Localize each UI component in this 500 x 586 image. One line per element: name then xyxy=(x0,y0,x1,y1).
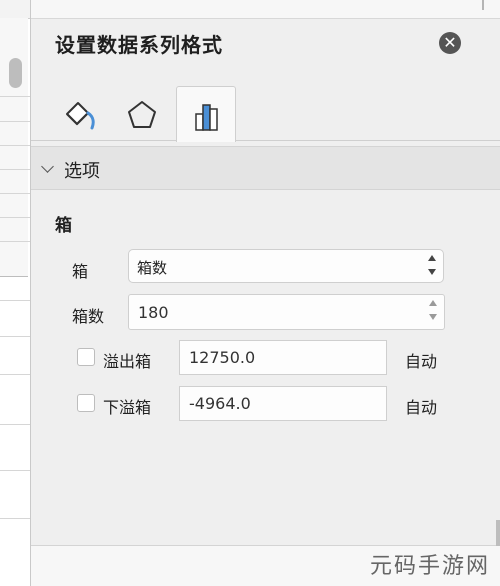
bins-group-title: 箱 xyxy=(55,216,72,236)
underflow-field[interactable]: -4964.0 xyxy=(179,386,387,421)
underflow-checkbox[interactable] xyxy=(77,394,95,412)
options-section-header[interactable]: 选项 xyxy=(31,146,500,190)
tab-effects[interactable] xyxy=(112,86,170,140)
bin-count-value: 180 xyxy=(138,303,169,322)
updown-arrows-icon xyxy=(427,255,437,277)
sheet-gridline xyxy=(0,145,30,146)
sheet-gridline xyxy=(0,217,30,218)
format-data-series-panel: 设置数据系列格式 ✕ 选项 箱 箱 箱数 箱数 180 溢出箱 12750.0 … xyxy=(31,0,500,586)
sheet-gridline xyxy=(0,193,30,194)
bins-select[interactable]: 箱数 xyxy=(128,249,444,283)
overflow-label: 溢出箱 xyxy=(103,352,152,371)
watermark-text: 元码手游网 xyxy=(369,554,490,579)
sheet-gridline xyxy=(0,374,30,375)
bar-chart-icon xyxy=(195,104,218,131)
sheet-gridline xyxy=(0,121,30,122)
overflow-checkbox[interactable] xyxy=(77,348,95,366)
scroll-edge xyxy=(496,520,500,546)
underflow-auto-button[interactable]: 自动 xyxy=(405,394,437,418)
close-icon[interactable]: ✕ xyxy=(439,32,461,54)
spreadsheet-edge xyxy=(0,0,31,586)
overflow-auto-button[interactable]: 自动 xyxy=(405,348,437,372)
vertical-scrollbar-thumb[interactable] xyxy=(9,58,22,88)
pentagon-icon xyxy=(128,101,156,128)
bin-count-label: 箱数 xyxy=(72,307,105,326)
sheet-gridline xyxy=(0,424,30,425)
stepper-arrows-icon[interactable] xyxy=(428,300,438,322)
bins-label: 箱 xyxy=(72,262,89,281)
sheet-gridline xyxy=(0,169,30,170)
sheet-gridline xyxy=(0,336,30,337)
tab-fill-line[interactable] xyxy=(51,86,109,140)
resize-grip[interactable] xyxy=(482,0,484,10)
sheet-gridline xyxy=(0,300,30,301)
sheet-gridline xyxy=(0,241,30,242)
overflow-value: 12750.0 xyxy=(189,348,256,367)
sheet-gridline xyxy=(0,470,30,471)
underflow-value: -4964.0 xyxy=(189,394,251,413)
chevron-down-icon xyxy=(41,160,54,173)
format-tabs xyxy=(31,86,500,142)
tab-series-options[interactable] xyxy=(176,86,236,142)
sheet-gridline xyxy=(0,96,30,97)
underflow-label: 下溢箱 xyxy=(103,398,152,417)
panel-title: 设置数据系列格式 xyxy=(55,33,223,57)
sheet-scroll-area xyxy=(0,18,28,277)
overflow-field[interactable]: 12750.0 xyxy=(179,340,387,375)
fill-line-icon xyxy=(66,102,95,130)
panel-top-strip xyxy=(31,0,500,19)
sheet-gridline xyxy=(0,518,30,519)
bins-select-value: 箱数 xyxy=(137,259,168,277)
bin-count-stepper[interactable]: 180 xyxy=(128,294,445,330)
sheet-header-strip xyxy=(0,0,30,19)
options-section-label: 选项 xyxy=(64,161,100,182)
